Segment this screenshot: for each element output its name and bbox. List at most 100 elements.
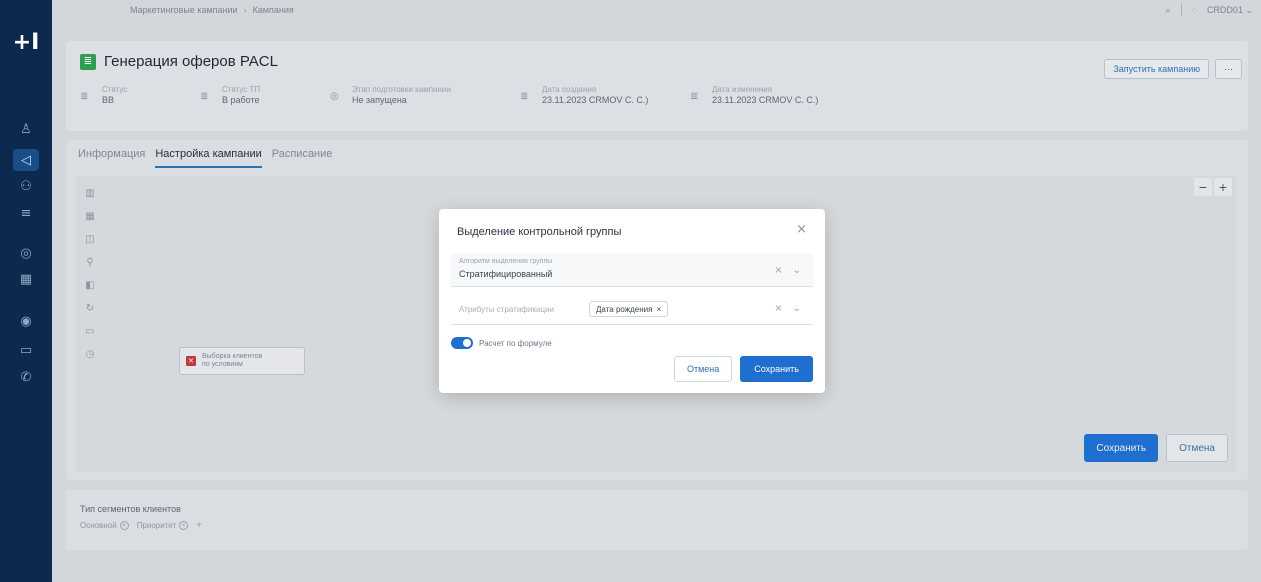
tab-campaign-settings[interactable]: Настройка кампании: [155, 148, 262, 168]
close-icon[interactable]: ×: [179, 521, 189, 530]
tab-schedule[interactable]: Расписание: [272, 148, 333, 168]
top-right-controls: ⌕ ◌ CRDD01 ⌄: [1166, 4, 1253, 16]
cancel-button[interactable]: Отмена: [1166, 434, 1228, 462]
meta-tp-status: ≣ Статус ТП В работе: [200, 85, 260, 105]
tool-clock-icon[interactable]: ◷: [82, 345, 98, 363]
add-chip-button[interactable]: +: [196, 520, 202, 531]
chip[interactable]: Основной ×: [80, 521, 129, 530]
chevron-down-icon[interactable]: ⌄: [793, 265, 801, 276]
save-button[interactable]: Сохранить: [1084, 434, 1159, 462]
formula-toggle-row: Расчет по формуле: [451, 337, 552, 349]
tool-segment-icon[interactable]: ◧: [82, 276, 98, 294]
search-icon[interactable]: ⌕: [1166, 5, 1171, 16]
title-row: ≣ Генерация оферов PACL: [80, 53, 278, 70]
stage-icon: ◎: [330, 91, 339, 102]
meta-created: ≣ Дата создания 23.11.2023 CRMOV C. С.): [520, 85, 648, 105]
tool-box-icon[interactable]: ▭: [82, 322, 98, 340]
field-actions: × ⌄: [774, 265, 801, 276]
dialog-save-button[interactable]: Сохранить: [740, 356, 813, 382]
meta-label: Статус: [102, 85, 128, 94]
clear-icon[interactable]: ×: [774, 265, 782, 276]
field-actions: × ⌄: [774, 303, 801, 314]
field-placeholder: Атрибуты стратификации: [459, 305, 554, 314]
meta-value: ВВ: [102, 95, 115, 105]
control-group-dialog: Выделение контрольной группы × Алгоритм …: [439, 209, 825, 393]
segment-types-panel: Тип сегментов клиентов Основной × Приорит…: [66, 490, 1248, 550]
tool-table-icon[interactable]: ▥: [82, 184, 98, 202]
globe-icon[interactable]: ◎: [13, 242, 39, 264]
chevron-down-icon[interactable]: ⌄: [793, 303, 801, 314]
target-icon[interactable]: ◉: [13, 310, 39, 332]
zoom-in-button[interactable]: +: [1214, 178, 1232, 196]
chip-label: Дата рождения: [596, 304, 653, 314]
list-icon[interactable]: ≡: [13, 202, 39, 224]
algorithm-select[interactable]: Алгоритм выделения группы Стратифицирова…: [451, 253, 813, 287]
divider: [1180, 4, 1182, 16]
formula-toggle[interactable]: [451, 337, 473, 349]
tool-filter-icon[interactable]: ⚲: [82, 253, 98, 271]
page-title: Генерация оферов PACL: [104, 53, 278, 70]
node-error-icon: ✕: [186, 356, 196, 366]
grid-icon[interactable]: ▦: [13, 268, 39, 290]
field-label: Алгоритм выделения группы: [459, 258, 553, 265]
close-icon[interactable]: ×: [119, 521, 129, 530]
user-icon[interactable]: ♙: [13, 118, 39, 140]
clear-icon[interactable]: ×: [774, 303, 782, 314]
flow-node[interactable]: ✕ Выборка клиентов по условиям: [179, 347, 305, 375]
app-logo[interactable]: +I: [0, 30, 52, 55]
bell-icon[interactable]: ◌: [1192, 5, 1197, 15]
tab-information[interactable]: Информация: [78, 148, 145, 168]
tab-bar: Информация Настройка кампании Расписание: [78, 148, 332, 168]
close-icon[interactable]: ×: [796, 222, 807, 237]
user-menu[interactable]: CRDD01 ⌄: [1207, 5, 1253, 16]
meta-stage: ◎ Этап подготовки кампании Не запущена: [330, 85, 451, 105]
status-icon: ≣: [80, 91, 89, 102]
meta-value: Не запущена: [352, 95, 407, 105]
dialog-title: Выделение контрольной группы: [457, 226, 622, 238]
meta-label: Дата изменения: [712, 85, 773, 94]
header-actions: Запустить кампанию ⋯: [1104, 59, 1242, 79]
meta-row: ≣ Статус ВВ ≣ Статус ТП В работе ◎ Этап по…: [80, 85, 1228, 125]
tool-grid-icon[interactable]: ▦: [82, 207, 98, 225]
zoom-controls: − +: [1194, 178, 1232, 196]
status-icon: ≣: [200, 91, 209, 102]
meta-value: 23.11.2023 CRMOV C. С.): [712, 95, 819, 105]
chip[interactable]: Приоритет ×: [137, 521, 189, 530]
sidebar: +I ♙ ◁ ⚇ ≡ ◎ ▦ ◉ ▭ ✆: [0, 0, 52, 582]
launch-campaign-button[interactable]: Запустить кампанию: [1104, 59, 1209, 79]
canvas-actions: Сохранить Отмена: [1084, 434, 1228, 462]
breadcrumb-item: Кампания: [252, 5, 294, 15]
node-label-line: по условиям: [202, 361, 243, 368]
chip-label: Основной: [80, 521, 117, 530]
stratification-attributes-select[interactable]: Атрибуты стратификации Дата рождения × ×…: [451, 295, 813, 325]
calendar-icon: ≣: [690, 91, 699, 102]
field-value: Стратифицированный: [459, 269, 553, 279]
node-toolbox: ▥ ▦ ◫ ⚲ ◧ ↻ ▭ ◷: [82, 184, 100, 363]
dialog-actions: Отмена Сохранить: [673, 356, 813, 382]
selected-chip[interactable]: Дата рождения ×: [589, 301, 669, 317]
more-icon[interactable]: ⋯: [1215, 59, 1242, 79]
calendar-icon: ≣: [520, 91, 529, 102]
dialog-cancel-button[interactable]: Отмена: [673, 356, 733, 382]
meta-status: ≣ Статус ВВ: [80, 85, 127, 105]
meta-label: Статус ТП: [222, 85, 261, 94]
breadcrumb-separator: ›: [243, 5, 247, 15]
section-title: Тип сегментов клиентов: [80, 504, 181, 514]
node-label-line: Выборка клиентов: [202, 353, 263, 360]
meta-modified: ≣ Дата изменения 23.11.2023 CRMOV C. С.): [690, 85, 818, 105]
breadcrumb: Маркетинговые кампании › Кампания: [130, 5, 294, 15]
message-icon[interactable]: ▭: [13, 339, 39, 361]
megaphone-icon[interactable]: ◁: [13, 149, 39, 171]
meta-label: Дата создания: [542, 85, 597, 94]
close-icon[interactable]: ×: [656, 305, 661, 314]
phone-icon[interactable]: ✆: [13, 366, 39, 388]
tool-split-icon[interactable]: ◫: [82, 230, 98, 248]
users-icon[interactable]: ⚇: [13, 175, 39, 197]
chip-list: Основной × Приоритет × +: [80, 520, 202, 531]
meta-label: Этап подготовки кампании: [352, 85, 451, 94]
node-label: Выборка клиентов по условиям: [202, 353, 262, 369]
breadcrumb-item[interactable]: Маркетинговые кампании: [130, 5, 238, 15]
zoom-out-button[interactable]: −: [1194, 178, 1212, 196]
tool-loop-icon[interactable]: ↻: [82, 299, 98, 317]
campaign-header: ≣ Генерация оферов PACL Запустить кампан…: [66, 41, 1248, 131]
